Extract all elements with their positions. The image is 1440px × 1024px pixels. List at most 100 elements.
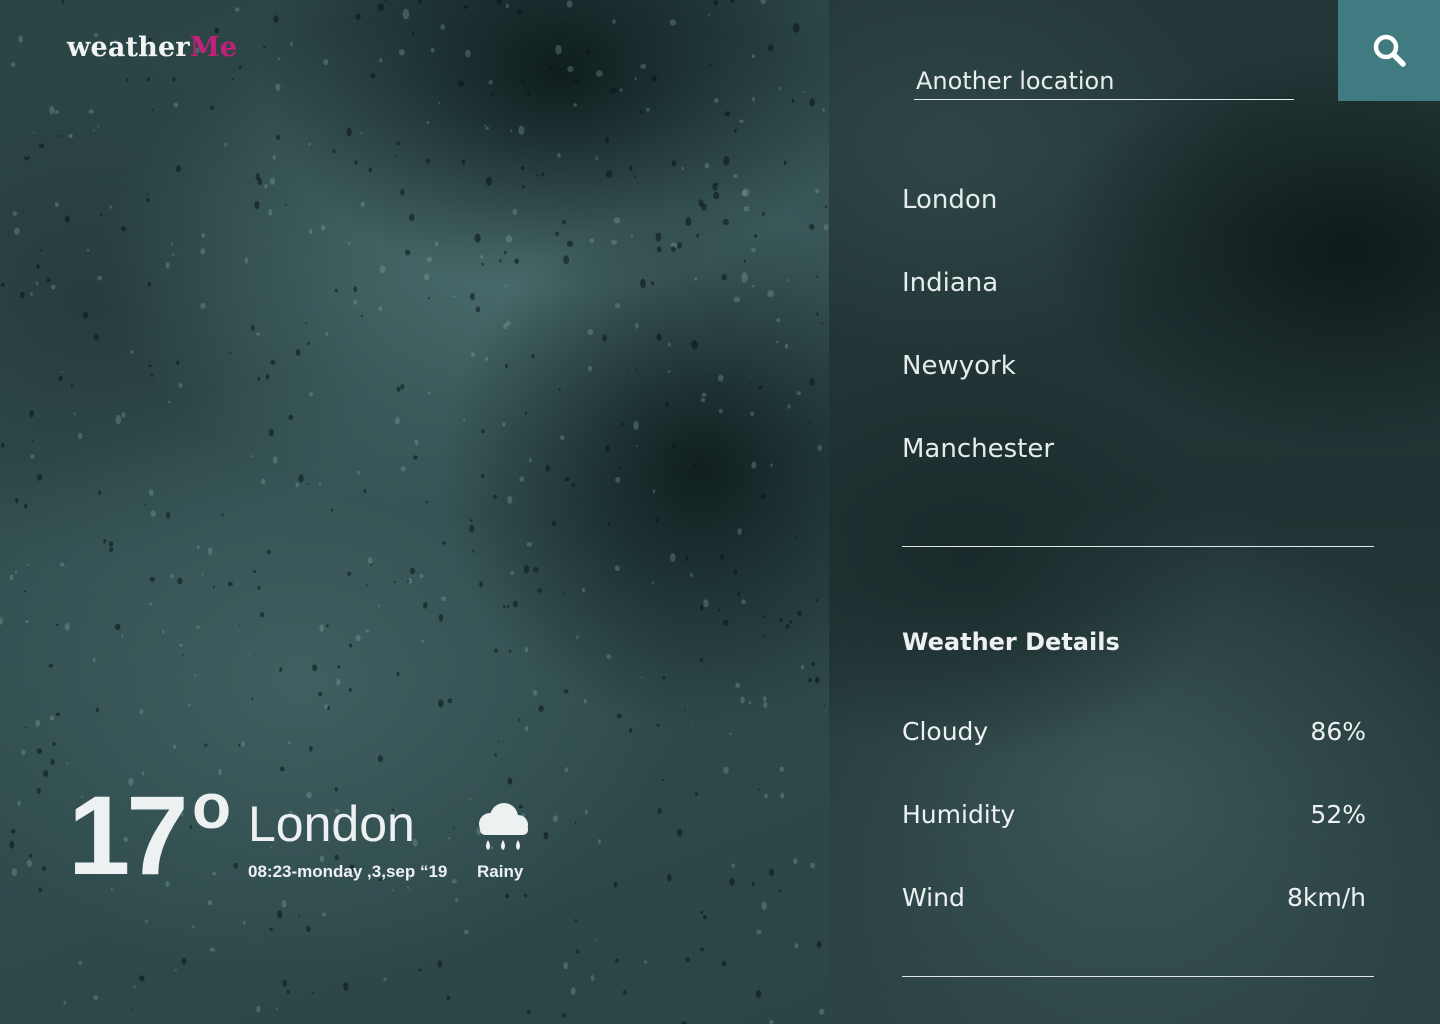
raindrop xyxy=(463,419,466,422)
raindrop xyxy=(646,107,650,112)
raindrop xyxy=(93,129,95,132)
raindrop xyxy=(815,189,820,194)
location-item-indiana[interactable]: Indiana xyxy=(902,261,1054,344)
raindrop xyxy=(407,580,410,583)
raindrop xyxy=(257,177,263,186)
raindrop xyxy=(558,388,561,391)
raindrop xyxy=(307,342,311,345)
raindrop xyxy=(18,35,23,43)
raindrop xyxy=(712,183,718,191)
raindrop xyxy=(453,826,455,829)
raindrop xyxy=(196,625,200,629)
raindrop xyxy=(566,240,574,247)
raindrop xyxy=(494,753,497,757)
raindrop xyxy=(615,476,621,483)
raindrop xyxy=(353,286,358,293)
raindrop xyxy=(0,282,5,287)
detail-row-wind: Wind 8km/h xyxy=(902,877,1366,917)
raindrop xyxy=(779,766,785,772)
raindrop xyxy=(319,855,325,862)
raindrop xyxy=(605,170,613,178)
raindrop xyxy=(148,364,152,368)
raindrop xyxy=(640,676,643,679)
location-item-manchester[interactable]: Manchester xyxy=(902,427,1054,510)
raindrop xyxy=(284,204,287,206)
raindrop xyxy=(587,365,593,372)
raindrop xyxy=(409,213,415,222)
raindrop xyxy=(823,704,826,707)
raindrop xyxy=(816,312,819,316)
raindrop xyxy=(272,456,278,464)
raindrop xyxy=(121,412,126,418)
raindrop xyxy=(564,476,570,482)
raindrop xyxy=(239,624,241,626)
raindrop xyxy=(633,175,636,178)
raindrop xyxy=(708,63,712,67)
side-panel xyxy=(829,0,1440,1024)
raindrop xyxy=(355,13,361,20)
raindrop xyxy=(516,8,523,15)
raindrop xyxy=(181,654,184,656)
raindrop xyxy=(440,24,446,30)
raindrop xyxy=(480,474,485,478)
raindrop xyxy=(178,382,183,388)
raindrop xyxy=(60,562,65,567)
raindrop xyxy=(349,643,353,648)
raindrop xyxy=(130,1007,133,1009)
raindrop xyxy=(334,854,339,861)
raindrop xyxy=(287,741,291,744)
raindrop xyxy=(605,137,609,144)
raindrop xyxy=(321,224,326,231)
raindrop xyxy=(400,188,405,196)
raindrop xyxy=(662,779,664,782)
raindrop xyxy=(566,0,573,8)
raindrop xyxy=(737,528,742,535)
raindrop xyxy=(21,749,26,756)
raindrop xyxy=(25,726,27,729)
app-logo[interactable]: weatherMe xyxy=(67,32,237,63)
raindrop xyxy=(370,563,373,566)
raindrop xyxy=(370,73,376,79)
raindrop xyxy=(651,75,657,82)
raindrop xyxy=(809,97,815,107)
raindrop xyxy=(481,429,485,434)
raindrop xyxy=(204,743,208,747)
raindrop xyxy=(776,318,781,322)
raindrop xyxy=(103,538,107,544)
raindrop xyxy=(253,570,257,573)
raindrop xyxy=(743,259,746,263)
raindrop xyxy=(238,65,242,70)
raindrop xyxy=(619,88,623,92)
raindrop xyxy=(334,288,338,293)
raindrop xyxy=(524,725,529,732)
raindrop xyxy=(64,215,70,223)
raindrop xyxy=(596,70,603,77)
raindrop xyxy=(263,46,266,49)
location-search-input[interactable] xyxy=(914,62,1294,100)
raindrop xyxy=(277,910,283,919)
raindrop xyxy=(584,809,588,815)
raindrop xyxy=(194,674,197,677)
raindrop xyxy=(451,879,457,884)
location-item-london[interactable]: London xyxy=(902,178,1054,261)
raindrop xyxy=(751,248,756,253)
raindrop xyxy=(411,31,415,36)
raindrop xyxy=(655,232,662,242)
raindrop xyxy=(331,508,334,512)
raindrop xyxy=(735,682,741,689)
raindrop xyxy=(789,619,793,624)
divider xyxy=(902,976,1374,977)
raindrop xyxy=(396,386,401,392)
raindrop xyxy=(562,592,565,594)
raindrop xyxy=(395,155,397,158)
raindrop xyxy=(700,658,703,663)
raindrop xyxy=(533,567,539,572)
location-item-newyork[interactable]: Newyork xyxy=(902,344,1054,427)
raindrop xyxy=(700,947,705,951)
raindrop xyxy=(499,259,502,263)
search-button[interactable] xyxy=(1338,0,1440,101)
raindrop xyxy=(38,887,43,893)
divider xyxy=(902,546,1374,547)
raindrop xyxy=(151,108,154,112)
raindrop xyxy=(23,590,27,593)
